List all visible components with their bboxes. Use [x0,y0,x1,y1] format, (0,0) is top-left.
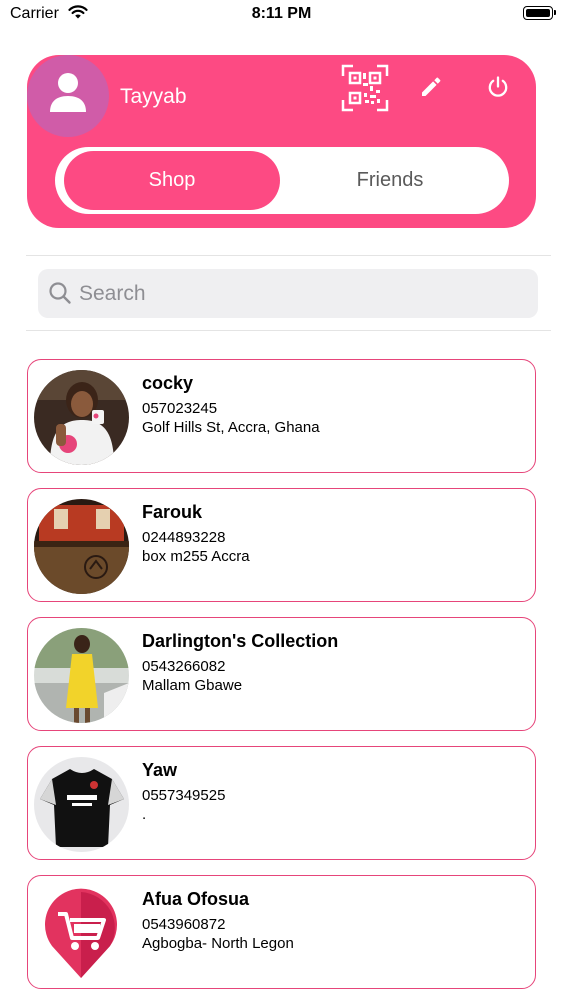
shop-phone: 0543960872 [142,916,226,933]
profile-name: Tayyab [120,85,187,108]
shop-address: box m255 Accra [142,548,250,565]
shop-card[interactable]: cocky 057023245 Golf Hills St, Accra, Gh… [27,359,536,473]
shop-card[interactable]: Darlington's Collection 0543266082 Malla… [27,617,536,731]
search-icon [49,282,71,304]
divider [26,255,551,256]
shop-phone: 0244893228 [142,529,226,546]
tab-shop[interactable]: Shop [64,147,280,214]
shop-photo [34,628,129,723]
search-bar[interactable]: Search [38,269,538,318]
shop-phone: 0557349525 [142,787,226,804]
shop-name: cocky [142,373,194,393]
user-icon [50,73,86,112]
status-bar: Carrier 8:11 PM [0,0,563,30]
clock: 8:11 PM [251,5,312,22]
avatar[interactable] [27,55,109,137]
shop-name: Darlington's Collection [142,631,339,651]
qr-code-icon[interactable] [341,64,389,117]
tab-friends[interactable]: Friends [280,147,500,214]
shop-photo [34,499,129,594]
shop-phone: 057023245 [142,400,218,417]
edit-pencil-icon[interactable] [419,75,443,104]
profile-header: Tayyab Shop Friends [27,55,536,228]
shop-card[interactable]: Farouk 0244893228 box m255 Accra [27,488,536,602]
divider [26,330,551,331]
shop-name: Afua Ofosua [142,889,250,909]
shop-address: . [142,806,147,823]
shop-address: Agbogba- North Legon [142,935,294,952]
shop-name: Yaw [142,760,178,780]
shop-name: Farouk [142,502,203,522]
shop-photo [34,370,129,465]
shop-card[interactable]: Yaw 0557349525 . [27,746,536,860]
shop-phone: 0543266082 [142,658,226,675]
battery-icon [523,6,556,20]
shop-logo-cart-pin-icon [34,886,129,981]
shop-address: Golf Hills St, Accra, Ghana [142,419,320,436]
shop-friends-switch: Shop Friends [55,147,509,214]
search-input[interactable]: Search [79,269,146,318]
shop-photo [34,757,129,852]
power-icon[interactable] [486,75,510,104]
shop-address: Mallam Gbawe [142,677,243,694]
shop-card[interactable]: Afua Ofosua 0543960872 Agbogba- North Le… [27,875,536,989]
